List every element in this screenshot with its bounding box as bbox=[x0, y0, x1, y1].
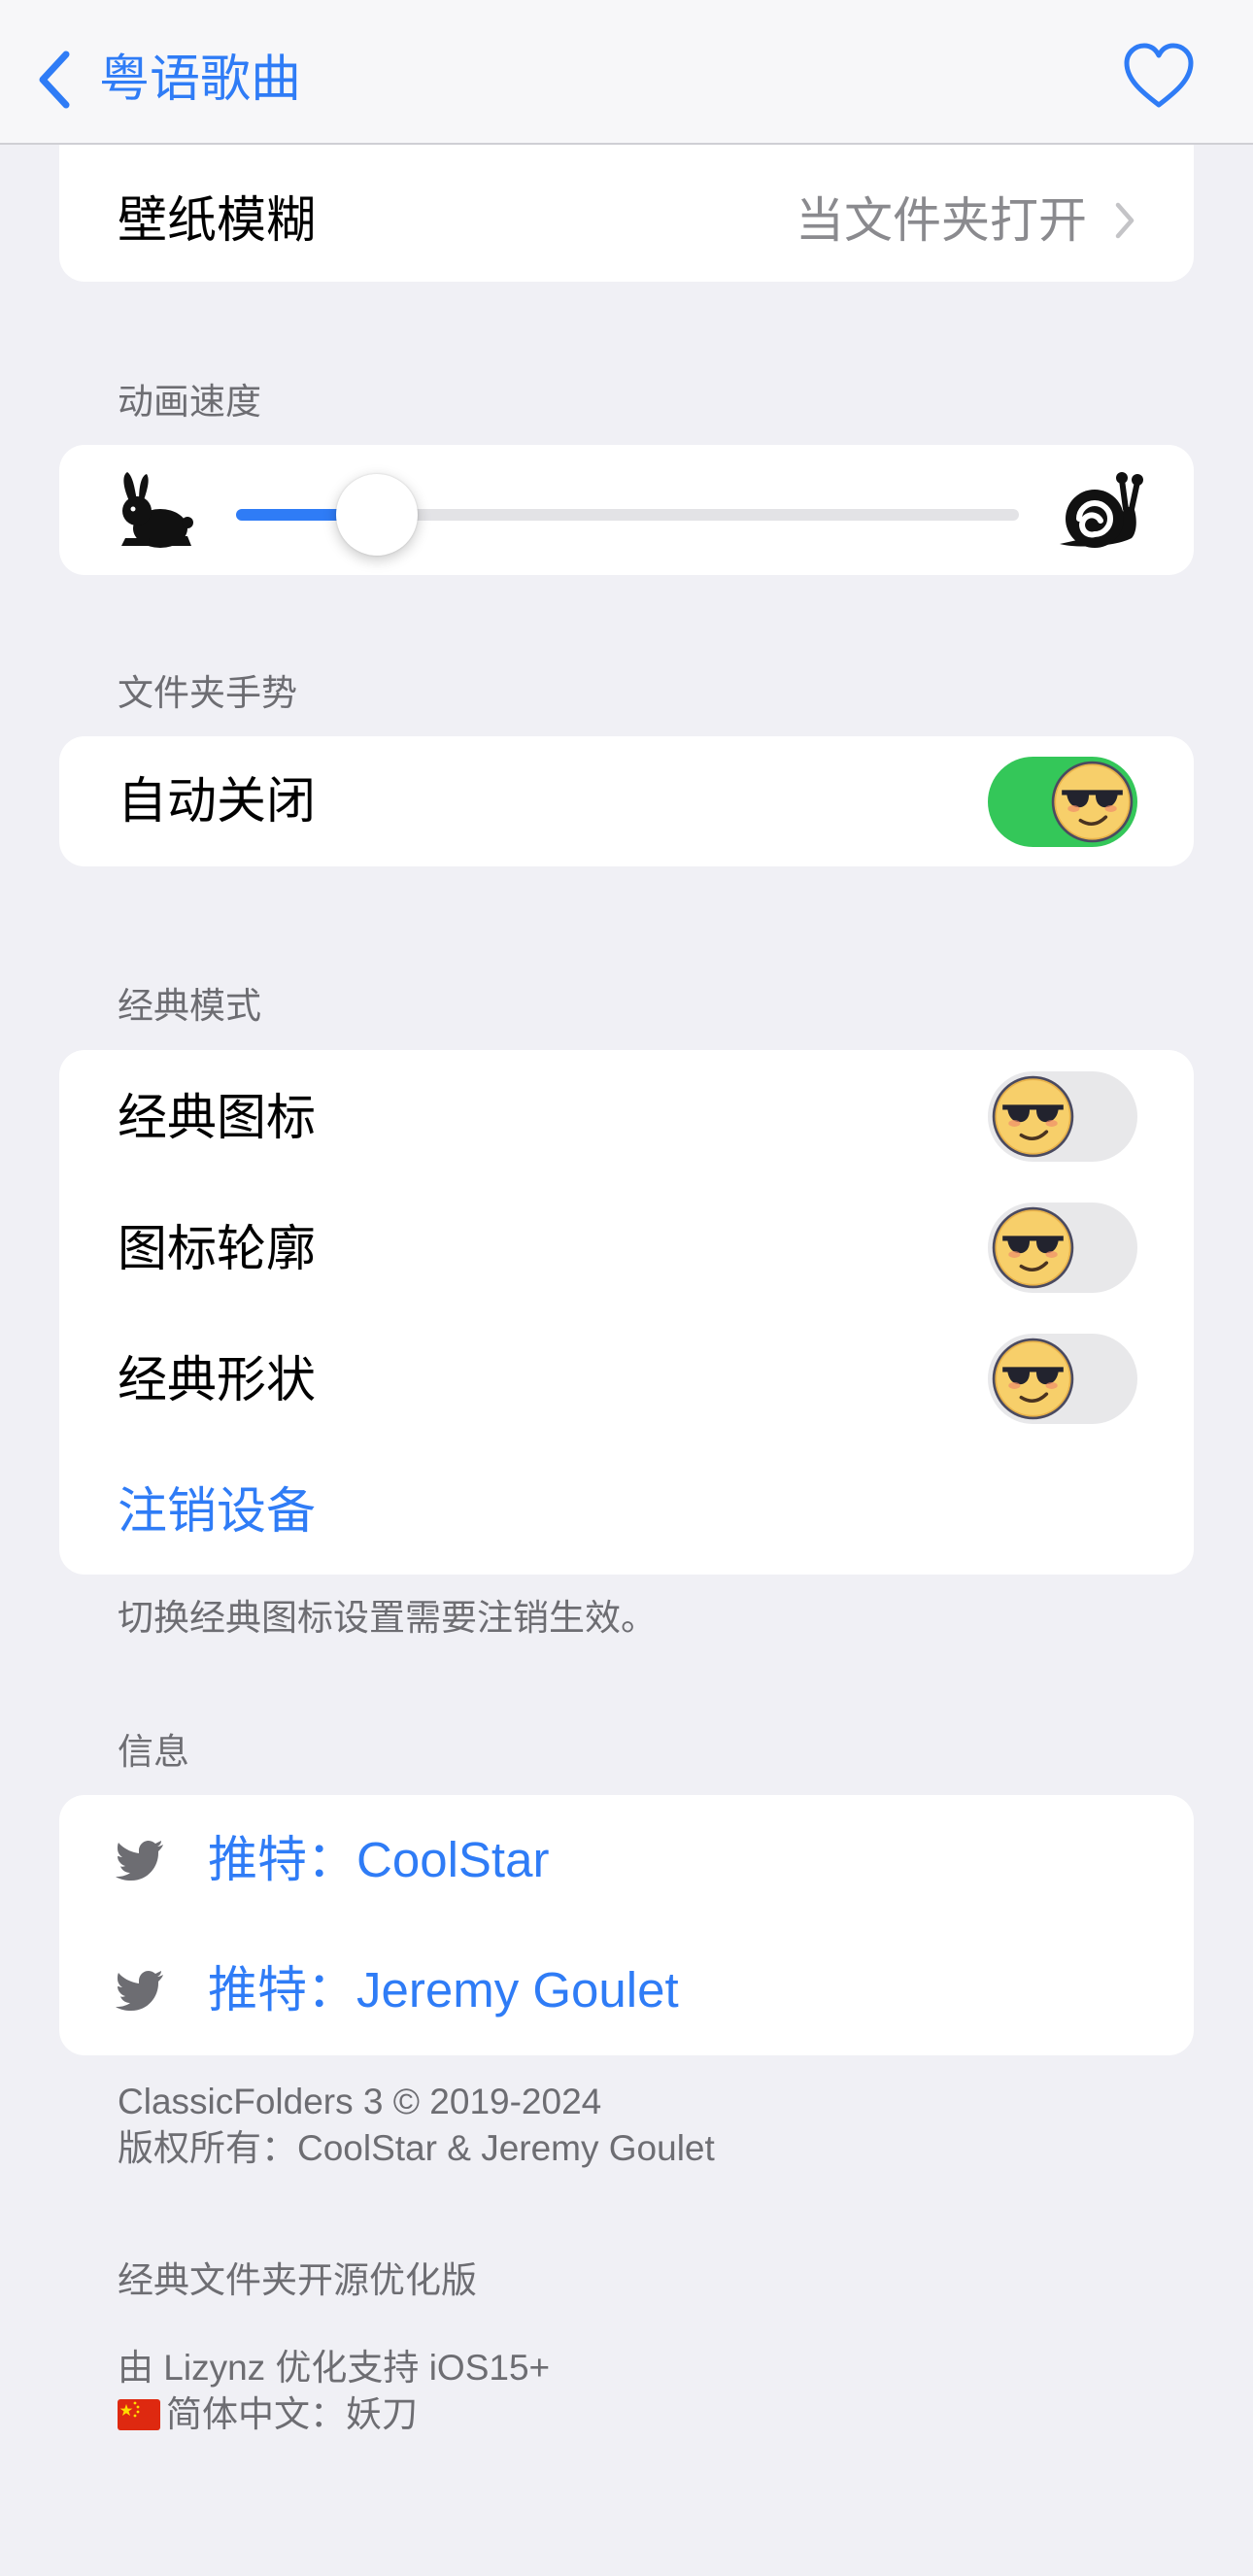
china-flag-icon bbox=[118, 2399, 160, 2430]
twitter-prefix: 推特： bbox=[208, 1832, 357, 1887]
auto-close-label: 自动关闭 bbox=[118, 773, 317, 829]
twitter-jeremy-link[interactable]: 推特：Jeremy Goulet bbox=[208, 1961, 679, 2019]
folder-gesture-header: 文件夹手势 bbox=[118, 673, 297, 713]
rabbit-icon bbox=[121, 472, 193, 548]
classic-mode-card: 经典图标 图标轮廓 经典形状 注销设备 bbox=[59, 1050, 1194, 1575]
classic-icons-label: 经典图标 bbox=[118, 1090, 317, 1145]
sunglasses-emoji-icon bbox=[991, 1074, 1075, 1159]
twitter-coolstar-row[interactable]: 推特：CoolStar bbox=[59, 1795, 1194, 1925]
classic-icons-row: 经典图标 bbox=[59, 1050, 1194, 1181]
copyright-line-2: 版权所有：CoolStar & Jeremy Goulet bbox=[118, 2128, 715, 2168]
classic-mode-header: 经典模式 bbox=[118, 986, 261, 1026]
sunglasses-emoji-icon bbox=[1050, 760, 1134, 844]
slider-thumb[interactable] bbox=[336, 474, 419, 556]
auto-close-toggle[interactable] bbox=[988, 757, 1137, 847]
chevron-right-icon bbox=[1115, 202, 1134, 239]
twitter-icon bbox=[116, 1841, 163, 1881]
folder-gesture-card: 自动关闭 bbox=[59, 736, 1194, 866]
copyright-line-1: ClassicFolders 3 © 2019-2024 bbox=[118, 2082, 602, 2121]
twitter-handle: Jeremy Goulet bbox=[356, 1962, 679, 2017]
snail-icon bbox=[1060, 472, 1143, 548]
icon-outline-toggle[interactable] bbox=[988, 1203, 1137, 1293]
chevron-left-icon[interactable] bbox=[35, 49, 74, 111]
animation-speed-slider[interactable] bbox=[236, 474, 1019, 556]
animation-speed-header: 动画速度 bbox=[118, 382, 261, 422]
twitter-icon bbox=[116, 1971, 163, 2011]
classic-shape-label: 经典形状 bbox=[118, 1352, 317, 1407]
icon-outline-row: 图标轮廓 bbox=[59, 1181, 1194, 1312]
classic-icons-toggle[interactable] bbox=[988, 1071, 1137, 1162]
opensource-header: 经典文件夹开源优化版 bbox=[118, 2260, 477, 2300]
heart-icon[interactable] bbox=[1121, 41, 1197, 111]
wallpaper-blur-card: 壁纸模糊 当文件夹打开 bbox=[59, 145, 1194, 282]
opensource-line-1: 由 Lizynz 优化支持 iOS15+ bbox=[118, 2348, 551, 2388]
logout-row: 注销设备 bbox=[59, 1443, 1194, 1575]
info-card: 推特：CoolStar 推特：Jeremy Goulet bbox=[59, 1795, 1194, 2055]
logout-device-button[interactable]: 注销设备 bbox=[118, 1482, 316, 1541]
icon-outline-label: 图标轮廓 bbox=[118, 1221, 317, 1276]
twitter-coolstar-link[interactable]: 推特：CoolStar bbox=[208, 1831, 549, 1889]
sunglasses-emoji-icon bbox=[991, 1337, 1075, 1421]
auto-close-row: 自动关闭 bbox=[59, 736, 1194, 866]
animation-speed-card bbox=[59, 445, 1194, 575]
classic-shape-toggle[interactable] bbox=[988, 1334, 1137, 1424]
opensource-line-2-wrap: 简体中文：妖刀 bbox=[118, 2391, 418, 2438]
opensource-line-2: 简体中文：妖刀 bbox=[166, 2394, 418, 2434]
twitter-jeremy-row[interactable]: 推特：Jeremy Goulet bbox=[59, 1925, 1194, 2055]
wallpaper-blur-label: 壁纸模糊 bbox=[118, 192, 317, 248]
twitter-prefix: 推特： bbox=[208, 1962, 357, 2017]
navigation-bar: 粤语歌曲 bbox=[0, 0, 1253, 145]
classic-mode-footer: 切换经典图标设置需要注销生效。 bbox=[118, 1598, 657, 1638]
wallpaper-blur-value: 当文件夹打开 bbox=[796, 193, 1087, 248]
classic-shape-row: 经典形状 bbox=[59, 1312, 1194, 1443]
sunglasses-emoji-icon bbox=[991, 1205, 1075, 1290]
wallpaper-blur-row[interactable]: 壁纸模糊 当文件夹打开 bbox=[59, 145, 1194, 282]
back-button[interactable]: 粤语歌曲 bbox=[99, 49, 301, 111]
twitter-handle: CoolStar bbox=[356, 1832, 550, 1887]
info-header: 信息 bbox=[118, 1732, 189, 1772]
